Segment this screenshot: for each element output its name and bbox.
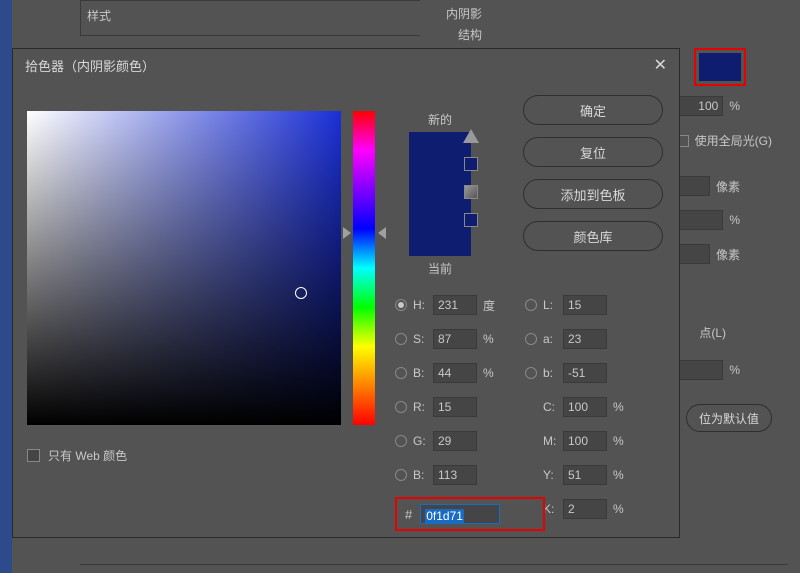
h-radio[interactable] — [395, 299, 407, 311]
hue-marker-left-icon — [343, 227, 351, 239]
y-input[interactable]: 51 — [563, 465, 607, 485]
hex-value: 0f1d71 — [425, 509, 464, 523]
new-label: 新的 — [395, 111, 485, 128]
hex-label: # — [405, 507, 412, 522]
ok-button[interactable]: 确定 — [523, 95, 663, 125]
l-radio[interactable] — [525, 299, 537, 311]
web-only-checkbox[interactable] — [27, 449, 40, 462]
k-input[interactable]: 2 — [563, 499, 607, 519]
sv-cursor — [295, 287, 307, 299]
close-icon[interactable]: ✕ — [654, 55, 667, 75]
inner-shadow-title: 内阴影 — [446, 5, 780, 22]
hex-input[interactable]: 0f1d71 — [420, 504, 500, 524]
h-label: H: — [413, 298, 433, 312]
color-library-button[interactable]: 颜色库 — [523, 221, 663, 251]
pct-unit: % — [729, 363, 740, 377]
bv-unit: % — [483, 366, 501, 380]
bb-label: B: — [413, 468, 433, 482]
dialog-buttons: 确定 复位 添加到色板 颜色库 — [523, 95, 663, 251]
blab-label: b: — [543, 366, 563, 380]
make-default-button[interactable]: 位为默认值 — [686, 404, 772, 432]
s-radio[interactable] — [395, 333, 407, 345]
preview-warning-icons — [463, 129, 479, 227]
dialog-title: 拾色器（内阴影颜色） — [25, 56, 155, 75]
add-swatch-button[interactable]: 添加到色板 — [523, 179, 663, 209]
websafe-swatch[interactable] — [464, 213, 478, 227]
bv-label: B: — [413, 366, 433, 380]
noise-row: % — [677, 360, 740, 380]
bb-radio[interactable] — [395, 469, 407, 481]
bottom-divider — [80, 564, 788, 565]
hue-slider[interactable] — [353, 111, 375, 425]
blab-radio[interactable] — [525, 367, 537, 379]
y-label: Y: — [543, 468, 563, 482]
preview-new-swatch — [409, 132, 471, 194]
s-input[interactable]: 87 — [433, 329, 477, 349]
global-light-row: 使用全局光(G) — [677, 132, 772, 149]
noise-value[interactable] — [677, 360, 723, 380]
b-radio[interactable] — [395, 367, 407, 379]
web-only-label: 只有 Web 颜色 — [48, 447, 127, 464]
contour-label: 点(L) — [699, 324, 726, 341]
contour-row: 点(L) — [699, 324, 726, 341]
websafe-cube-icon[interactable] — [464, 185, 478, 199]
m-unit: % — [613, 434, 631, 448]
pct-unit: % — [729, 99, 740, 113]
g-label: G: — [413, 434, 433, 448]
hue-marker-right-icon — [378, 227, 386, 239]
saturation-value-field[interactable] — [27, 111, 341, 425]
g-input[interactable]: 29 — [433, 431, 477, 451]
color-swatch-highlight — [694, 48, 746, 86]
a-label: a: — [543, 332, 563, 346]
global-light-label: 使用全局光(G) — [695, 132, 772, 149]
c-unit: % — [613, 400, 631, 414]
a-radio[interactable] — [525, 333, 537, 345]
k-label: K: — [543, 502, 563, 516]
styles-label: 样式 — [87, 9, 111, 23]
color-picker-dialog: 拾色器（内阴影颜色） ✕ 新的 当前 确定 复位 添加到色板 颜色库 — [12, 48, 680, 538]
opacity-row: 100 % — [677, 96, 740, 116]
structure-label: 结构 — [458, 26, 780, 43]
choke-value[interactable] — [677, 210, 723, 230]
choke-row: % — [677, 210, 740, 230]
k-unit: % — [613, 502, 631, 516]
r-label: R: — [413, 400, 433, 414]
gamut-warning-icon[interactable] — [463, 129, 479, 143]
left-edge-strip — [0, 0, 12, 573]
y-unit: % — [613, 468, 631, 482]
c-input[interactable]: 100 — [563, 397, 607, 417]
a-input[interactable]: 23 — [563, 329, 607, 349]
m-label: M: — [543, 434, 563, 448]
pct-unit: % — [729, 213, 740, 227]
bb-input[interactable]: 113 — [433, 465, 477, 485]
hex-highlight-box: # 0f1d71 — [395, 497, 545, 531]
px-unit: 像素 — [716, 178, 740, 195]
s-unit: % — [483, 332, 501, 346]
g-radio[interactable] — [395, 435, 407, 447]
current-label: 当前 — [395, 260, 485, 277]
r-radio[interactable] — [395, 401, 407, 413]
reset-button[interactable]: 复位 — [523, 137, 663, 167]
s-label: S: — [413, 332, 433, 346]
bv-input[interactable]: 44 — [433, 363, 477, 383]
px-unit: 像素 — [716, 246, 740, 263]
h-unit: 度 — [483, 297, 501, 314]
r-input[interactable]: 15 — [433, 397, 477, 417]
color-swatch[interactable] — [699, 53, 741, 81]
c-label: C: — [543, 400, 563, 414]
m-input[interactable]: 100 — [563, 431, 607, 451]
gamut-swatch[interactable] — [464, 157, 478, 171]
opacity-value[interactable]: 100 — [677, 96, 723, 116]
h-input[interactable]: 231 — [433, 295, 477, 315]
dialog-titlebar: 拾色器（内阴影颜色） ✕ — [13, 49, 679, 81]
color-inputs: H:231度 L:15 S:87% a:23 B:44% b:-51 R:15 … — [395, 291, 675, 529]
blab-input[interactable]: -51 — [563, 363, 607, 383]
l-input[interactable]: 15 — [563, 295, 607, 315]
l-label: L: — [543, 298, 563, 312]
web-only-row: 只有 Web 颜色 — [27, 447, 127, 464]
preview-current-swatch[interactable] — [409, 194, 471, 256]
